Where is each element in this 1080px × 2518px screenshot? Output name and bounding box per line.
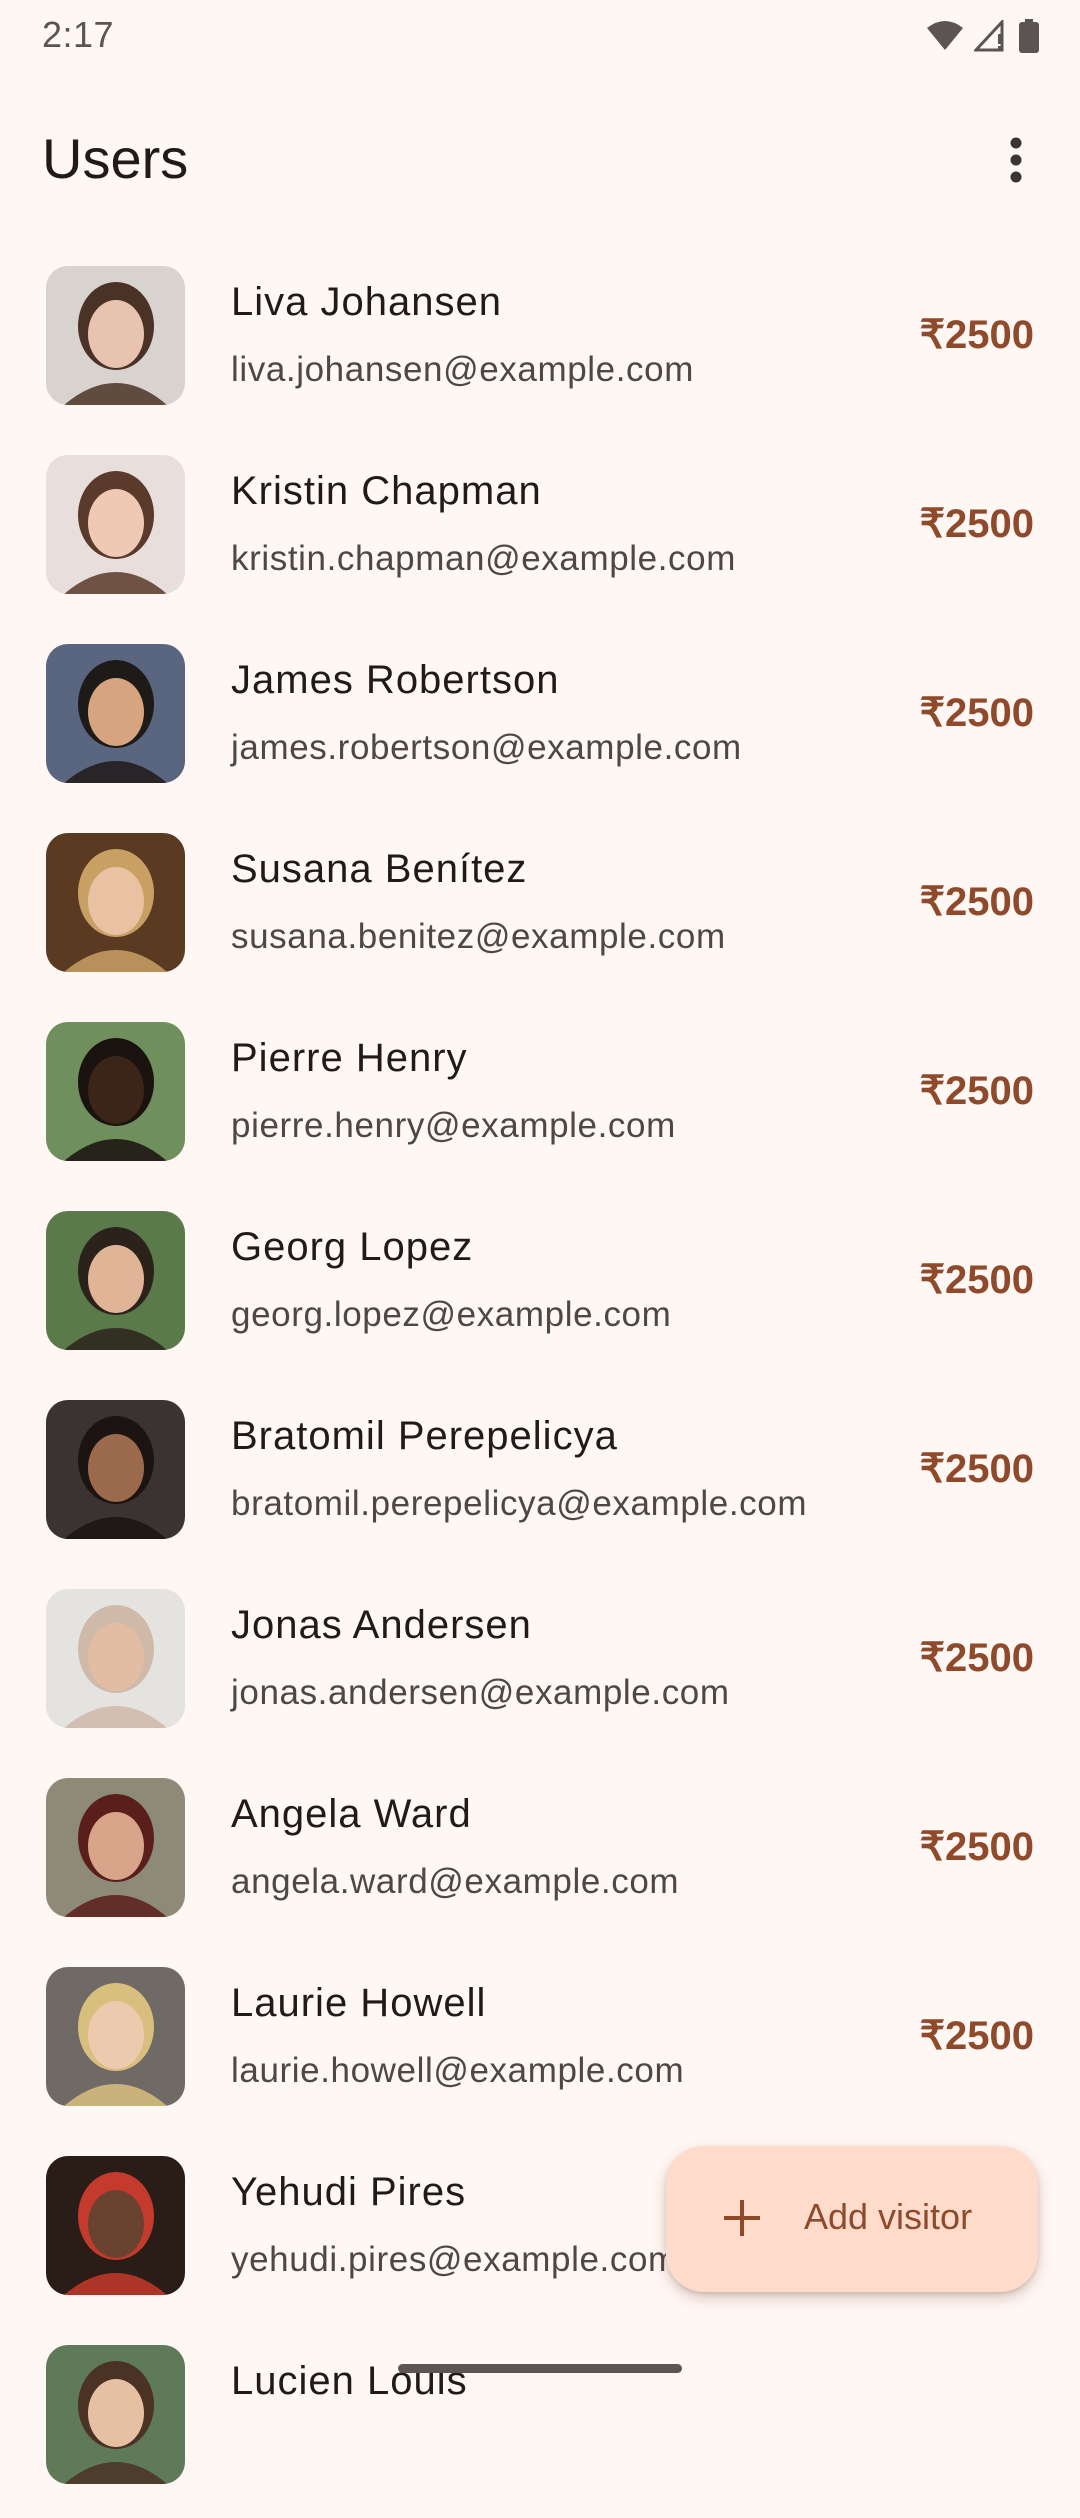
user-email: laurie.howell@example.com: [231, 2051, 685, 2090]
user-name: Susana Benítez: [231, 847, 528, 891]
avatar: [46, 2345, 185, 2484]
status-bar: 2:17: [0, 0, 1080, 72]
avatar: [46, 833, 185, 972]
user-email: angela.ward@example.com: [231, 1862, 680, 1901]
user-email: bratomil.perepelicya@example.com: [231, 1484, 808, 1523]
wifi-icon: [927, 21, 963, 50]
list-item[interactable]: Jonas Andersen jonas.andersen@example.com…: [0, 1573, 1080, 1762]
avatar: [46, 1211, 185, 1350]
user-email: liva.johansen@example.com: [231, 350, 694, 389]
user-name: Bratomil Perepelicya: [231, 1414, 618, 1458]
add-visitor-label: Add visitor: [804, 2196, 973, 2237]
more-options-button[interactable]: [980, 124, 1052, 196]
gesture-nav-handle[interactable]: [398, 2364, 682, 2373]
user-name: Kristin Chapman: [231, 469, 542, 513]
avatar: [46, 1589, 185, 1728]
avatar: [46, 644, 185, 783]
user-name: Liva Johansen: [231, 280, 502, 324]
user-name: Laurie Howell: [231, 1981, 487, 2025]
app-bar: Users: [0, 100, 1080, 220]
list-item[interactable]: Angela Ward angela.ward@example.com ₹2500: [0, 1762, 1080, 1951]
user-name: Georg Lopez: [231, 1225, 474, 1269]
more-vert-icon: [1010, 137, 1022, 183]
user-amount: ₹2500: [919, 313, 1034, 357]
user-name: Angela Ward: [231, 1792, 472, 1836]
list-item[interactable]: Georg Lopez georg.lopez@example.com ₹2500: [0, 1195, 1080, 1384]
avatar: [46, 1778, 185, 1917]
list-item[interactable]: Liva Johansen liva.johansen@example.com ₹2…: [0, 250, 1080, 439]
list-item[interactable]: Susana Benítez susana.benitez@example.com…: [0, 817, 1080, 1006]
user-amount: ₹2500: [919, 502, 1034, 546]
user-email: james.robertson@example.com: [231, 728, 742, 767]
add-icon: [724, 2200, 760, 2236]
avatar: [46, 2156, 185, 2295]
user-email: georg.lopez@example.com: [231, 1295, 672, 1334]
battery-icon: [1019, 19, 1039, 53]
user-amount: ₹2500: [919, 1825, 1034, 1869]
user-amount: ₹2500: [919, 880, 1034, 924]
user-amount: ₹2500: [919, 1258, 1034, 1302]
list-item[interactable]: Laurie Howell laurie.howell@example.com ₹2…: [0, 1951, 1080, 2140]
avatar: [46, 266, 185, 405]
list-item[interactable]: James Robertson james.robertson@example.c…: [0, 628, 1080, 817]
user-amount: ₹2500: [919, 691, 1034, 735]
status-time: 2:17: [42, 14, 115, 55]
user-amount: ₹2500: [919, 1636, 1034, 1680]
user-email: pierre.henry@example.com: [231, 1106, 676, 1145]
add-visitor-button[interactable]: Add visitor: [666, 2146, 1038, 2292]
user-amount: ₹2500: [919, 1069, 1034, 1113]
user-name: Jonas Andersen: [231, 1603, 532, 1647]
user-amount: ₹2500: [919, 1447, 1034, 1491]
user-name: Pierre Henry: [231, 1036, 468, 1080]
user-email: susana.benitez@example.com: [231, 917, 726, 956]
avatar: [46, 1400, 185, 1539]
user-name: James Robertson: [231, 658, 560, 702]
list-item[interactable]: Lucien Louis: [0, 2329, 1080, 2518]
page-title: Users: [42, 127, 189, 190]
list-item[interactable]: Kristin Chapman kristin.chapman@example.c…: [0, 439, 1080, 628]
avatar: [46, 1022, 185, 1161]
list-item[interactable]: Pierre Henry pierre.henry@example.com ₹250…: [0, 1006, 1080, 1195]
list-item[interactable]: Bratomil Perepelicya bratomil.perepelicya…: [0, 1384, 1080, 1573]
user-email: jonas.andersen@example.com: [231, 1673, 730, 1712]
status-icons: [926, 18, 1040, 54]
user-amount: ₹2500: [919, 2014, 1034, 2058]
avatar: [46, 1967, 185, 2106]
signal-icon: [974, 20, 1004, 52]
user-name: Yehudi Pires: [231, 2170, 467, 2214]
user-email: yehudi.pires@example.com: [231, 2240, 678, 2279]
avatar: [46, 455, 185, 594]
user-email: kristin.chapman@example.com: [231, 539, 736, 578]
